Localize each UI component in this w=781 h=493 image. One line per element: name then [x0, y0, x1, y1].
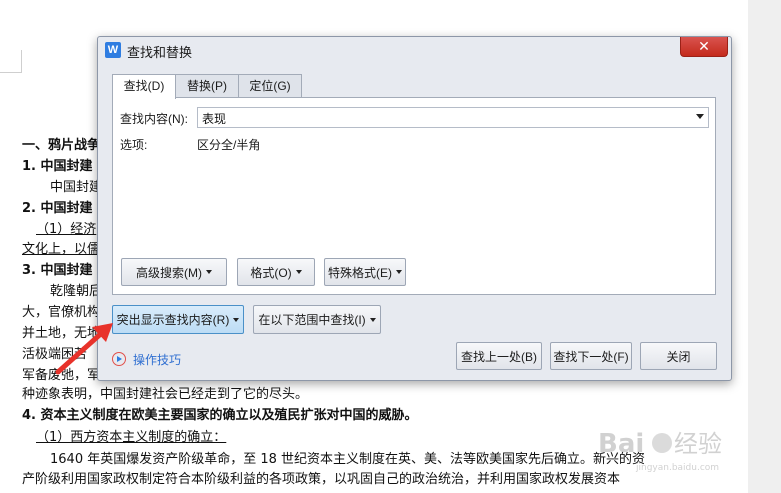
play-tips-icon	[112, 352, 126, 366]
tab-find[interactable]: 查找(D)	[112, 74, 176, 99]
svg-text:Bai: Bai	[598, 429, 644, 459]
page-gutter	[748, 0, 781, 493]
tips-label: 操作技巧	[133, 353, 182, 367]
chevron-down-icon	[396, 270, 402, 274]
baidu-watermark-logo: Bai 经验 jingyan.baidu.com	[598, 429, 722, 473]
options-value: 区分全/半角	[197, 138, 261, 152]
format-button[interactable]: 格式(O)	[237, 258, 315, 286]
special-format-label: 特殊格式(E)	[328, 265, 392, 280]
close-window-button[interactable]: ✕	[680, 37, 728, 57]
find-input-value: 表现	[202, 112, 227, 126]
find-input[interactable]: 表现	[197, 107, 709, 128]
highlight-results-label: 突出显示查找内容(R)	[116, 313, 230, 327]
doc-heading: 一、鸦片战争	[22, 138, 101, 153]
find-replace-dialog: W 查找和替换 ✕ 查找(D) 替换(P) 定位(G) 查找内容(N): 表现 …	[97, 36, 732, 381]
advanced-search-button[interactable]: 高级搜索(M)	[121, 258, 227, 286]
doc-line: 种迹象表明，中国封建社会已经走到了它的尽头。	[22, 387, 309, 402]
doc-line: 大，官僚机构	[22, 305, 101, 320]
doc-line: 文化上，以儒	[22, 242, 101, 257]
dialog-titlebar[interactable]: W 查找和替换 ✕	[98, 37, 731, 63]
highlight-results-button[interactable]: 突出显示查找内容(R)	[112, 305, 244, 334]
doc-line: 乾隆朝后	[50, 284, 103, 299]
wps-writer-icon: W	[105, 42, 121, 58]
doc-line: 并土地，无地	[22, 326, 101, 341]
doc-line: 4. 资本主义制度在欧美主要国家的确立以及殖民扩张对中国的威胁。	[22, 408, 418, 423]
margin-marker	[0, 72, 22, 73]
tab-replace[interactable]: 替换(P)	[175, 74, 239, 98]
special-format-button[interactable]: 特殊格式(E)	[324, 258, 406, 286]
find-panel: 查找内容(N): 表现 选项: 区分全/半角 高级搜索(M) 格式(O) 特殊格…	[112, 97, 716, 295]
find-label: 查找内容(N):	[120, 112, 188, 126]
chevron-down-icon	[295, 270, 302, 274]
svg-text:jingyan.baidu.com: jingyan.baidu.com	[635, 463, 719, 473]
doc-line: （1）经济	[36, 222, 97, 237]
close-button[interactable]: 关闭	[640, 342, 717, 370]
chevron-down-icon	[369, 317, 376, 322]
svg-text:经验: 经验	[674, 430, 722, 458]
dialog-title: 查找和替换	[127, 45, 193, 60]
doc-line: 产阶级利用国家政权制定符合本阶级利益的各项政策，以巩固自己的政治统治，并利用国家…	[22, 472, 621, 487]
doc-line: 中国封建	[50, 180, 103, 195]
chevron-down-icon	[233, 317, 240, 322]
find-previous-button[interactable]: 查找上一处(B)	[456, 342, 542, 370]
find-next-button[interactable]: 查找下一处(F)	[550, 342, 632, 370]
doc-line: （1）西方资本主义制度的确立：	[36, 430, 227, 445]
doc-line: 军备废弛，军	[22, 368, 101, 383]
chevron-down-icon[interactable]	[696, 114, 704, 119]
doc-line: 2. 中国封建	[22, 201, 93, 216]
format-label: 格式(O)	[250, 265, 292, 280]
tab-goto[interactable]: 定位(G)	[238, 74, 302, 98]
doc-line: 1640 年英国爆发资产阶级革命，至 18 世纪资本主义制度在英、美、法等欧美国…	[50, 452, 646, 467]
advanced-search-label: 高级搜索(M)	[136, 265, 202, 280]
doc-line: 1. 中国封建	[22, 159, 93, 174]
find-in-label: 在以下范围中查找(I)	[258, 313, 366, 327]
doc-line: 3. 中国封建	[22, 263, 93, 278]
chevron-down-icon	[206, 270, 212, 274]
margin-marker	[21, 50, 22, 73]
doc-line: 活极端困苦	[22, 347, 88, 362]
options-label: 选项:	[120, 138, 148, 152]
find-in-button[interactable]: 在以下范围中查找(I)	[253, 305, 381, 334]
